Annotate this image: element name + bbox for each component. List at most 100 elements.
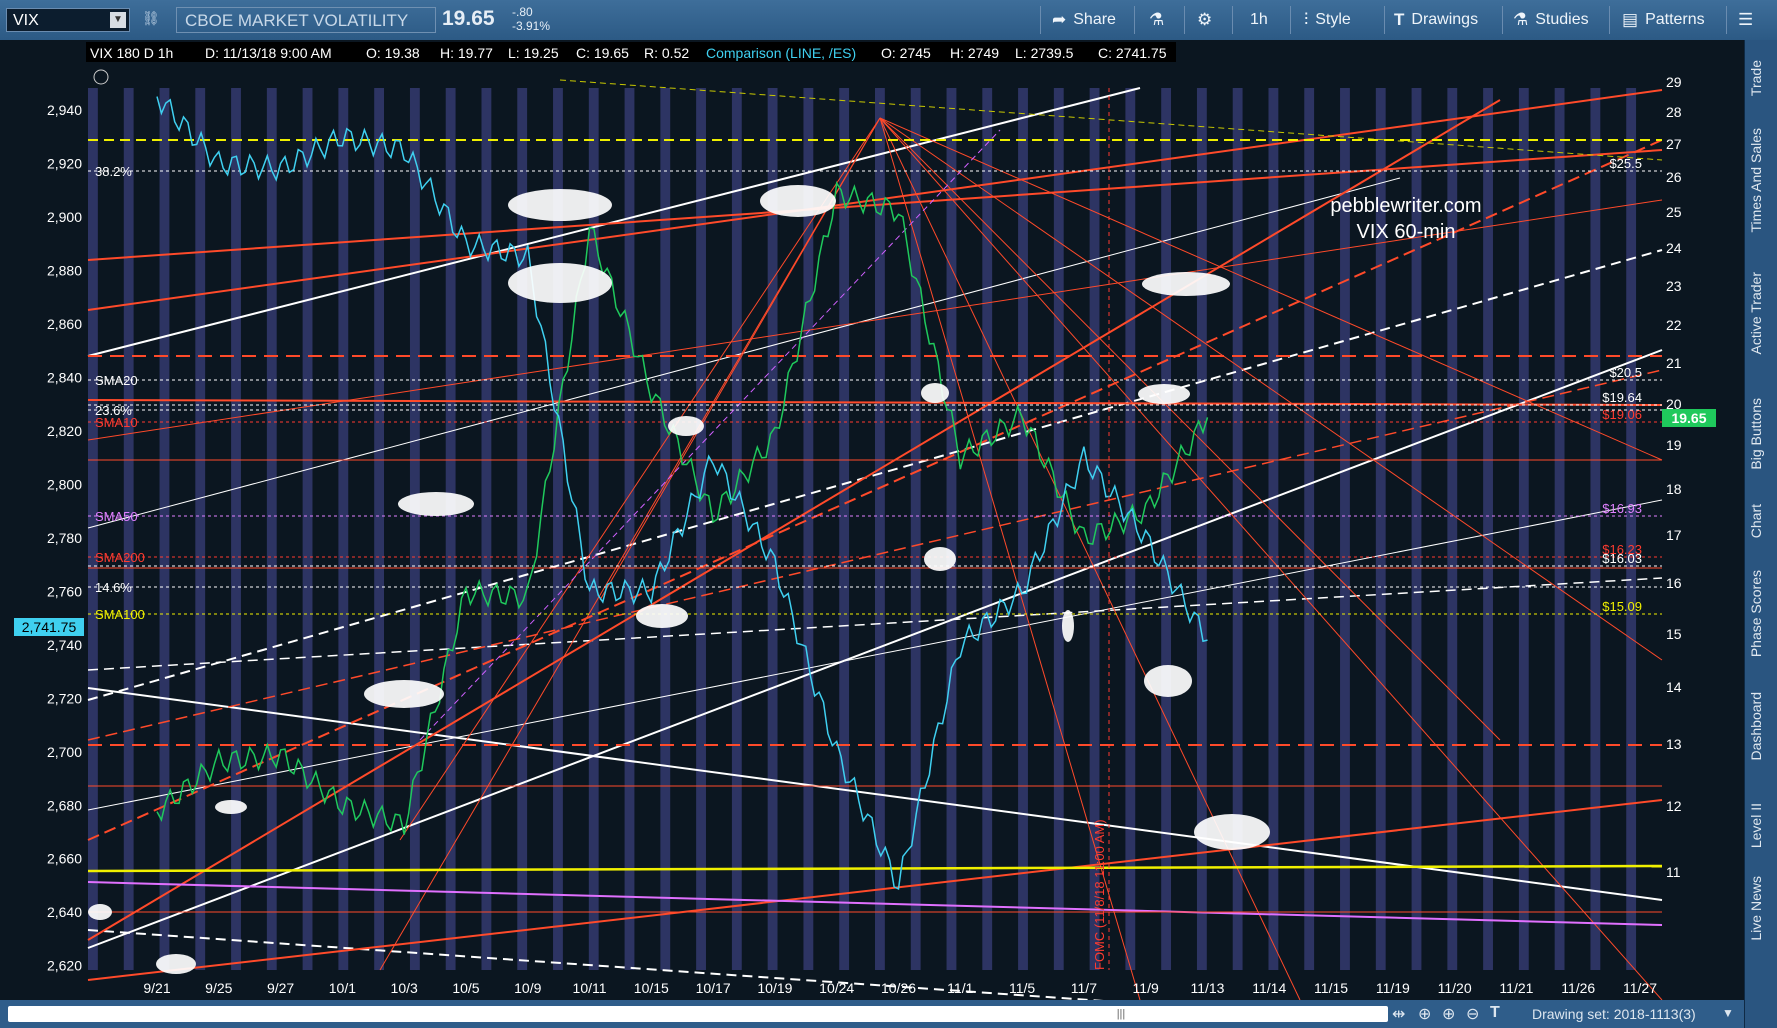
studies-button[interactable]: ⚗ Studies bbox=[1513, 0, 1589, 40]
session-band bbox=[839, 88, 850, 970]
level-value: $15.09 bbox=[1602, 599, 1642, 614]
side-tab-phase-scores[interactable]: Phase Scores bbox=[1748, 570, 1764, 657]
scrollbar-track[interactable] bbox=[8, 1006, 1388, 1022]
x-axis-tick: 10/19 bbox=[757, 980, 792, 996]
patterns-label: Patterns bbox=[1645, 11, 1705, 28]
highlight-oval bbox=[364, 680, 444, 708]
highlight-oval bbox=[924, 547, 956, 571]
session-band bbox=[1125, 88, 1136, 970]
side-tab-trade[interactable]: Trade bbox=[1748, 60, 1764, 96]
index-name: CBOE MARKET VOLATILITY INDEX bbox=[176, 7, 436, 56]
chart-svg[interactable]: SMA20$20.5SMA10$19.06$19.64SMA50$16.93SM… bbox=[0, 40, 1744, 1028]
session-band bbox=[1018, 88, 1028, 970]
level-label: SMA20 bbox=[95, 373, 138, 388]
side-tab-dashboard[interactable]: Dashboard bbox=[1748, 692, 1764, 761]
drawing-set-label[interactable]: Drawing set: 2018-1113(3) bbox=[1532, 1006, 1696, 1022]
level-label: 38.2% bbox=[95, 164, 132, 179]
session-band bbox=[1554, 88, 1565, 970]
style-button[interactable]: ⫶ Style bbox=[1304, 0, 1351, 40]
highlight-oval bbox=[398, 492, 474, 516]
x-axis-tick: 11/5 bbox=[1009, 980, 1035, 996]
x-axis-tick: 10/11 bbox=[573, 980, 607, 996]
highlight-oval bbox=[215, 800, 247, 814]
vix-axis-tick: 18 bbox=[1666, 481, 1682, 497]
share-button[interactable]: ➦ Share bbox=[1052, 0, 1116, 40]
es-axis-tick: 2,720 bbox=[47, 690, 82, 706]
header-range: R: 0.52 bbox=[644, 45, 689, 61]
side-tab-times-and-sales[interactable]: Times And Sales bbox=[1748, 128, 1764, 233]
session-band bbox=[481, 88, 492, 970]
side-tab-live-news[interactable]: Live News bbox=[1748, 876, 1764, 941]
divider bbox=[1232, 6, 1233, 34]
text-tool-icon[interactable]: T bbox=[1490, 1004, 1500, 1022]
x-axis-tick: 10/15 bbox=[634, 980, 669, 996]
x-axis-tick: 9/27 bbox=[267, 980, 294, 996]
session-band bbox=[875, 88, 885, 970]
divider bbox=[1134, 6, 1135, 34]
vix-axis-tick: 19 bbox=[1666, 437, 1682, 453]
es-axis-tick: 2,780 bbox=[47, 530, 82, 546]
zoom-out-icon[interactable]: ⊖ bbox=[1466, 1004, 1479, 1024]
drawings-button[interactable]: T Drawings bbox=[1394, 0, 1478, 40]
level-label: SMA200 bbox=[95, 550, 145, 565]
patterns-button[interactable]: ▤ Patterns bbox=[1622, 0, 1705, 40]
side-tab-big-buttons[interactable]: Big Buttons bbox=[1748, 398, 1764, 470]
vix-axis-tick: 13 bbox=[1666, 736, 1682, 752]
top-toolbar: VIX ▼ ⛓ CBOE MARKET VOLATILITY INDEX 19.6… bbox=[0, 0, 1777, 56]
highlight-oval bbox=[921, 383, 949, 403]
link-icon[interactable]: ⛓ bbox=[142, 10, 160, 30]
session-band bbox=[266, 88, 277, 970]
zoom-in-icon[interactable]: ⊕ bbox=[1442, 1004, 1455, 1024]
session-band bbox=[696, 88, 706, 970]
vix-axis-tick: 14 bbox=[1666, 679, 1682, 695]
x-axis-tick: 10/24 bbox=[819, 980, 854, 996]
crosshair-tool-icon[interactable]: ⊕ bbox=[1418, 1004, 1431, 1024]
highlight-oval bbox=[1062, 610, 1074, 642]
interval-button[interactable]: 1h bbox=[1250, 0, 1268, 40]
level-value: $16.03 bbox=[1602, 551, 1642, 566]
chevron-down-icon[interactable]: ▼ bbox=[110, 12, 126, 28]
x-axis-tick: 11/7 bbox=[1071, 980, 1097, 996]
session-band bbox=[123, 88, 134, 970]
text-tool-icon: T bbox=[1394, 10, 1405, 29]
side-tab-chart[interactable]: Chart bbox=[1748, 504, 1764, 538]
side-tab-level-ii[interactable]: Level II bbox=[1748, 803, 1764, 848]
style-label: Style bbox=[1315, 11, 1351, 28]
session-band bbox=[1483, 88, 1493, 970]
chart-area[interactable]: SMA20 $20.5 SMA10 $19.06 $19.64 SMA50 $16.93 SM… bbox=[0, 40, 1744, 1028]
session-band bbox=[517, 88, 528, 970]
level-label: 23.6% bbox=[95, 403, 132, 418]
header-comp-close: C: 2741.75 bbox=[1098, 45, 1167, 61]
divider bbox=[1609, 6, 1610, 34]
header-comp-low: L: 2739.5 bbox=[1015, 45, 1074, 61]
divider bbox=[1726, 6, 1727, 34]
x-axis-tick: 10/9 bbox=[514, 980, 541, 996]
header-low: L: 19.25 bbox=[508, 45, 559, 61]
session-band bbox=[1340, 88, 1350, 970]
vix-axis-tick: 28 bbox=[1666, 104, 1682, 120]
level-value: $16.93 bbox=[1602, 501, 1642, 516]
scrollbar-grip-icon[interactable]: ||| bbox=[1110, 1006, 1132, 1022]
vix-axis-tick: 11 bbox=[1666, 864, 1681, 880]
session-band bbox=[338, 88, 349, 970]
vix-axis-tick: 25 bbox=[1666, 204, 1682, 220]
header-open: O: 19.38 bbox=[366, 45, 420, 61]
symbol-selector[interactable]: VIX ▼ bbox=[6, 8, 130, 32]
x-axis-tick: 11/21 bbox=[1499, 980, 1533, 996]
header-comp-high: H: 2749 bbox=[950, 45, 999, 61]
chevron-down-icon[interactable]: ▼ bbox=[1722, 1006, 1734, 1020]
es-axis-tick: 2,760 bbox=[47, 583, 82, 599]
es-axis-tick: 2,740 bbox=[47, 637, 82, 653]
vix-axis-tick: 27 bbox=[1666, 136, 1682, 152]
scroll-arrows-icon[interactable]: ⇹ bbox=[1392, 1004, 1405, 1024]
x-axis-tick: 11/13 bbox=[1190, 980, 1224, 996]
x-axis-tick: 10/17 bbox=[696, 980, 731, 996]
flask-button[interactable]: ⚗ bbox=[1149, 0, 1164, 40]
es-axis-tick: 2,660 bbox=[47, 851, 82, 867]
side-tab-active-trader[interactable]: Active Trader bbox=[1748, 272, 1764, 354]
header-study: VIX 180 D 1h bbox=[90, 45, 173, 61]
vix-axis-tick: 24 bbox=[1666, 240, 1682, 256]
settings-button[interactable]: ⚙ bbox=[1197, 0, 1212, 40]
menu-button[interactable]: ☰ bbox=[1738, 0, 1753, 40]
x-axis-tick: 11/1 bbox=[947, 980, 973, 996]
